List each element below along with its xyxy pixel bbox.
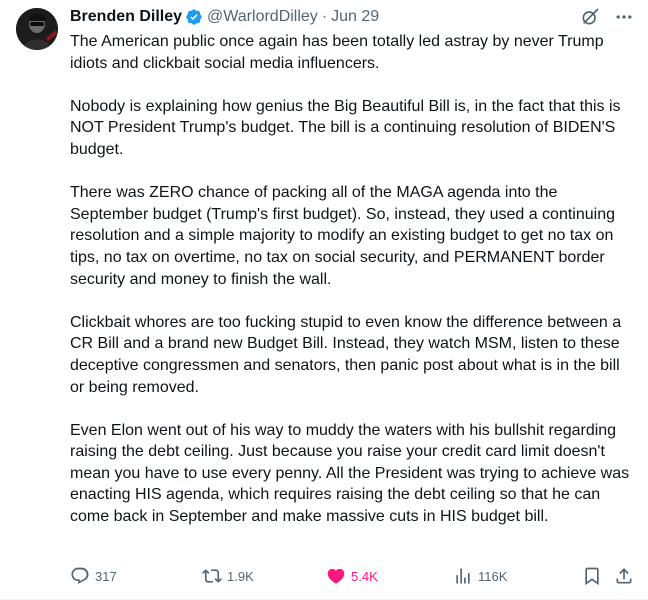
repost-button[interactable]: 1.9K	[202, 564, 254, 588]
reply-count: 317	[95, 568, 117, 584]
share-icon	[614, 566, 634, 586]
tweet-paragraph: Even Elon went out of his way to muddy t…	[70, 421, 630, 526]
author-avatar[interactable]	[16, 8, 58, 50]
views-count: 116K	[478, 568, 508, 584]
tweet[interactable]: Brenden Dilley @WarlordDilley · Jun 29 T…	[0, 0, 648, 600]
reply-icon	[70, 566, 90, 586]
author-display-name[interactable]: Brenden Dilley	[70, 8, 182, 26]
tweet-action-bar: 317 1.9K 5.4K 116K	[70, 564, 636, 588]
bookmark-button[interactable]	[582, 564, 602, 588]
tweet-paragraph: There was ZERO chance of packing all of …	[70, 184, 615, 288]
like-count: 5.4K	[351, 568, 378, 584]
views-button[interactable]: 116K	[453, 564, 507, 588]
repost-icon	[202, 566, 222, 586]
tweet-header: Brenden Dilley @WarlordDilley · Jun 29	[70, 6, 379, 28]
share-button[interactable]	[614, 564, 634, 588]
like-button[interactable]: 5.4K	[326, 564, 378, 588]
verified-badge-icon	[185, 8, 203, 26]
more-icon[interactable]	[614, 7, 634, 32]
tweet-date[interactable]: Jun 29	[331, 8, 379, 26]
tweet-top-actions	[580, 7, 634, 32]
header-separator: ·	[321, 8, 328, 25]
reply-button[interactable]: 317	[70, 564, 117, 588]
tweet-text: The American public once again has been …	[70, 31, 636, 528]
heart-filled-icon	[326, 566, 346, 586]
bookmark-icon	[582, 566, 602, 586]
author-handle[interactable]: @WarlordDilley	[207, 8, 318, 26]
analytics-icon	[453, 566, 473, 586]
tweet-paragraph: Clickbait whores are too fucking stupid …	[70, 313, 622, 396]
grok-icon[interactable]	[580, 7, 600, 32]
repost-count: 1.9K	[227, 568, 254, 584]
tweet-paragraph: Nobody is explaining how genius the Big …	[70, 97, 621, 158]
tweet-paragraph: The American public once again has been …	[70, 33, 604, 72]
